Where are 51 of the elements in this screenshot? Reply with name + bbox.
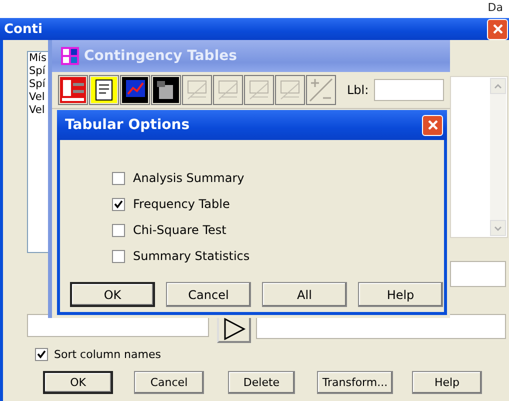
- line-chart-icon: [122, 77, 148, 103]
- chevron-down-icon: [494, 226, 502, 230]
- list-item[interactable]: Vel: [28, 104, 45, 117]
- field-label: Lbl:: [347, 83, 369, 97]
- checkbox-label: Analysis Summary: [133, 171, 244, 185]
- dialog-button[interactable]: Help: [358, 282, 443, 307]
- window-title: Conti: [4, 22, 44, 36]
- close-icon: [492, 23, 504, 35]
- close-icon: [426, 119, 438, 131]
- window-title: Contingency Tables: [84, 48, 238, 64]
- document-icon: [91, 77, 117, 103]
- checkbox[interactable]: [112, 250, 125, 262]
- dialog-button[interactable]: Transform...: [317, 371, 393, 394]
- dialog-button[interactable]: OK: [43, 371, 113, 394]
- checkbox[interactable]: [35, 348, 48, 361]
- dialog-button[interactable]: Cancel: [166, 282, 251, 307]
- scrollbar[interactable]: [490, 78, 506, 236]
- dialog-button[interactable]: OK: [70, 282, 155, 307]
- partial-text: Da: [488, 1, 503, 14]
- checkbox-label: Chi-Square Test: [133, 223, 226, 237]
- close-button[interactable]: [487, 18, 508, 40]
- dialog-button[interactable]: Help: [412, 371, 482, 394]
- triangle-icon: [222, 318, 246, 340]
- chevron-up-icon: [494, 84, 502, 88]
- list-item[interactable]: Mís: [28, 52, 46, 65]
- dialog-button[interactable]: All: [262, 282, 347, 307]
- table-icon: [60, 77, 86, 103]
- scroll-down-button[interactable]: [490, 220, 506, 236]
- checkbox-label: Summary Statistics: [133, 249, 250, 263]
- toolbar-button[interactable]: [120, 75, 150, 105]
- close-button[interactable]: [422, 114, 443, 136]
- list-item[interactable]: Spí: [28, 65, 46, 78]
- dialog-button[interactable]: Delete: [228, 371, 295, 394]
- list-item[interactable]: Spí: [28, 78, 46, 91]
- checkbox[interactable]: [112, 198, 125, 210]
- plus-minus-icon: [308, 77, 334, 103]
- toolbar-button[interactable]: [151, 75, 181, 105]
- checkbox-label: Frequency Table: [133, 197, 230, 211]
- toolbar-button[interactable]: [89, 75, 119, 105]
- app-icon: [60, 46, 80, 66]
- scroll-up-button[interactable]: [490, 78, 506, 94]
- checkbox-label: Sort column names: [54, 348, 161, 361]
- list-item[interactable]: Vel: [28, 91, 45, 104]
- check-icon: [114, 200, 123, 208]
- checkbox[interactable]: [112, 172, 125, 184]
- dialog-title: Tabular Options: [65, 117, 191, 133]
- input-field[interactable]: [450, 261, 506, 287]
- check-icon: [37, 350, 46, 359]
- label-field[interactable]: [374, 79, 444, 101]
- dialog-button[interactable]: Cancel: [134, 371, 204, 394]
- checkbox[interactable]: [112, 224, 125, 236]
